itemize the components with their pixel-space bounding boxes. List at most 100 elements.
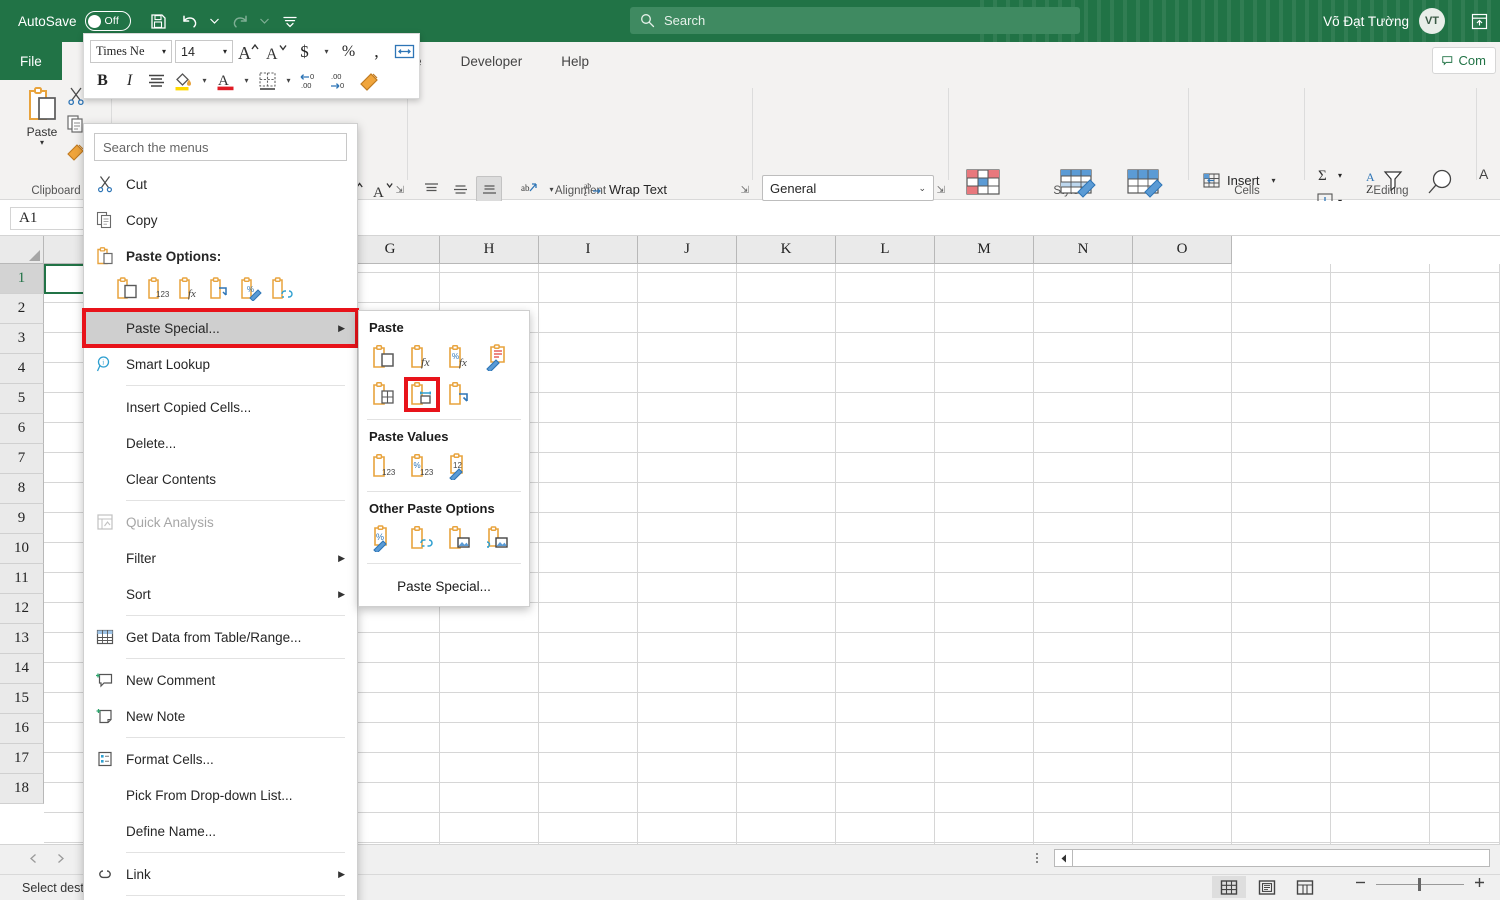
sheet-prev-icon[interactable] <box>28 852 39 867</box>
split-handle-icon[interactable] <box>1030 853 1044 863</box>
align-middle-button[interactable] <box>447 176 473 202</box>
context-item-filter[interactable]: Filter ▶ <box>84 540 357 576</box>
font-dialog-launcher[interactable]: ⇲ <box>396 185 404 196</box>
context-item-pick-from-dropdown[interactable]: Pick From Drop-down List... <box>84 777 357 813</box>
undo-dropdown-icon[interactable] <box>207 6 223 36</box>
autosave-control[interactable]: AutoSave Off <box>18 11 131 31</box>
select-all-button[interactable] <box>0 236 44 264</box>
tab-file[interactable]: File <box>0 42 62 80</box>
comments-button[interactable]: Com <box>1432 47 1496 74</box>
orientation-button[interactable]: ab <box>516 176 542 202</box>
search-input[interactable]: Search <box>630 7 1080 34</box>
insert-cells-button[interactable]: Insert ▾ <box>1200 166 1279 194</box>
paste-link-icon[interactable] <box>270 276 294 304</box>
chevron-down-icon[interactable]: ▾ <box>282 68 295 93</box>
paste-button[interactable]: Paste ▾ <box>14 86 70 146</box>
row-header-17[interactable]: 17 <box>0 744 44 774</box>
context-item-delete[interactable]: Delete... <box>84 425 357 461</box>
row-header-15[interactable]: 15 <box>0 684 44 714</box>
row-header-10[interactable]: 10 <box>0 534 44 564</box>
context-item-new-comment[interactable]: New Comment <box>84 662 357 698</box>
chevron-down-icon[interactable]: ⌄ <box>918 183 926 194</box>
row-header-13[interactable]: 13 <box>0 624 44 654</box>
page-break-preview-button[interactable] <box>1288 876 1322 898</box>
context-item-smart-lookup[interactable]: i Smart Lookup <box>84 346 357 382</box>
tab-help[interactable]: Help <box>535 42 602 80</box>
mini-merge-center-button[interactable] <box>392 39 417 64</box>
paste-formatting-icon[interactable]: % <box>239 276 263 304</box>
column-header-i[interactable]: I <box>539 236 638 264</box>
paste-link-icon[interactable] <box>405 522 439 555</box>
row-header-4[interactable]: 4 <box>0 354 44 384</box>
zoom-in-icon[interactable] <box>1473 876 1486 892</box>
paste-transpose-icon[interactable] <box>208 276 232 304</box>
mini-borders-button[interactable] <box>255 68 280 93</box>
row-header-5[interactable]: 5 <box>0 384 44 414</box>
mini-format-painter-button[interactable] <box>357 68 382 93</box>
row-header-12[interactable]: 12 <box>0 594 44 624</box>
chevron-down-icon[interactable]: ▾ <box>198 68 211 93</box>
chevron-down-icon[interactable]: ▾ <box>320 39 333 64</box>
column-header-m[interactable]: M <box>935 236 1034 264</box>
tab-developer[interactable]: Developer <box>435 42 536 80</box>
avatar[interactable]: VT <box>1419 8 1445 34</box>
sheet-next-icon[interactable] <box>55 852 66 867</box>
paste-formulas-number-formats-icon[interactable]: %fx <box>443 341 477 374</box>
page-layout-view-button[interactable] <box>1250 876 1284 898</box>
context-item-copy[interactable]: Copy <box>84 202 357 238</box>
mini-align-button[interactable] <box>144 68 169 93</box>
context-item-paste-special[interactable]: Paste Special... ▶ <box>84 310 357 346</box>
number-format-select[interactable]: General ⌄ <box>762 175 934 201</box>
mini-font-name-input[interactable]: Times Ne ▾ <box>90 40 172 63</box>
normal-view-button[interactable] <box>1212 876 1246 898</box>
mini-percent-button[interactable]: % <box>336 39 361 64</box>
row-header-8[interactable]: 8 <box>0 474 44 504</box>
zoom-slider[interactable] <box>1376 884 1464 885</box>
chevron-down-icon[interactable]: ▾ <box>240 68 253 93</box>
paste-transpose-icon[interactable] <box>443 378 477 411</box>
values-only-icon[interactable]: 123 <box>367 450 401 483</box>
mini-font-color-button[interactable]: A <box>213 68 238 93</box>
values-number-formats-icon[interactable]: %123 <box>405 450 439 483</box>
context-item-get-data-from-table[interactable]: Get Data from Table/Range... <box>84 619 357 655</box>
submenu-paste-special-item[interactable]: Paste Special... <box>359 570 529 602</box>
linked-picture-icon[interactable] <box>481 522 515 555</box>
paste-no-borders-icon[interactable] <box>367 378 401 411</box>
column-header-n[interactable]: N <box>1034 236 1133 264</box>
mini-fill-color-button[interactable] <box>171 68 196 93</box>
row-header-16[interactable]: 16 <box>0 714 44 744</box>
context-item-define-name[interactable]: Define Name... <box>84 813 357 849</box>
paste-dropdown-icon[interactable]: ▾ <box>40 140 44 146</box>
chevron-down-icon[interactable]: ▾ <box>1338 171 1342 180</box>
paste-values-numbers-icon[interactable]: 123 <box>146 276 170 304</box>
row-header-7[interactable]: 7 <box>0 444 44 474</box>
hscroll-left-icon[interactable] <box>1055 850 1073 866</box>
picture-icon[interactable] <box>443 522 477 555</box>
row-header-18[interactable]: 18 <box>0 774 44 804</box>
chevron-down-icon[interactable]: ▾ <box>545 177 558 202</box>
context-item-cut[interactable]: Cut <box>84 166 357 202</box>
paste-keep-source-formatting-icon[interactable] <box>481 341 515 374</box>
context-item-clear-contents[interactable]: Clear Contents <box>84 461 357 497</box>
ribbon-display-options-icon[interactable] <box>1466 8 1492 34</box>
column-header-k[interactable]: K <box>737 236 836 264</box>
account-area[interactable]: Võ Đạt Tường VT <box>1323 0 1445 42</box>
align-bottom-button[interactable] <box>476 176 502 202</box>
column-header-l[interactable]: L <box>836 236 935 264</box>
menu-search-input[interactable]: Search the menus <box>94 133 347 161</box>
column-header-o[interactable]: O <box>1133 236 1232 264</box>
row-header-1[interactable]: 1 <box>0 264 44 294</box>
customize-qat-icon[interactable] <box>275 6 305 36</box>
align-top-button[interactable] <box>418 176 444 202</box>
mini-grow-font-button[interactable]: A <box>236 39 261 64</box>
autosave-toggle[interactable]: Off <box>85 11 131 31</box>
row-header-14[interactable]: 14 <box>0 654 44 684</box>
mini-increase-decimal-button[interactable]: .000 <box>327 68 355 93</box>
context-item-new-note[interactable]: New Note <box>84 698 357 734</box>
row-header-6[interactable]: 6 <box>0 414 44 444</box>
mini-font-size-input[interactable]: 14 ▾ <box>175 40 233 63</box>
paste-keep-column-widths-icon[interactable] <box>405 378 439 411</box>
paste-all-icon[interactable] <box>367 341 401 374</box>
row-header-9[interactable]: 9 <box>0 504 44 534</box>
paste-formulas-icon[interactable]: fx <box>177 276 201 304</box>
